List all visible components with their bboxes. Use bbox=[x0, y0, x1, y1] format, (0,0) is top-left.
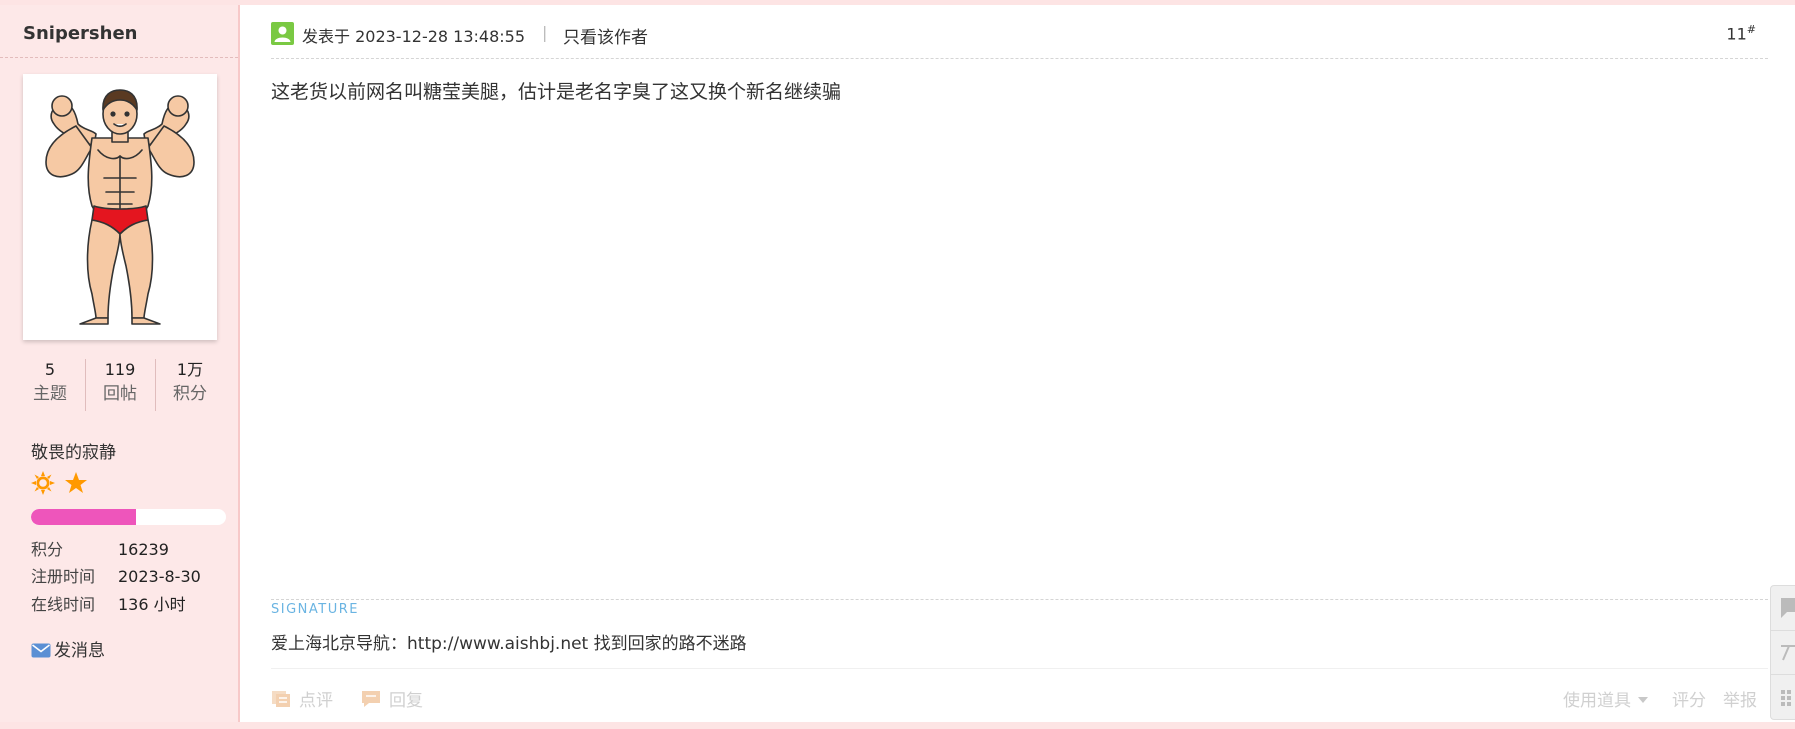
level-progress-bar bbox=[31, 509, 226, 525]
stat-threads[interactable]: 5 主题 bbox=[15, 355, 85, 411]
report-link[interactable]: 举报 bbox=[1723, 686, 1757, 711]
stat-threads-label: 主题 bbox=[33, 384, 67, 404]
sun-icon bbox=[31, 471, 55, 495]
sidebar-divider bbox=[0, 57, 238, 58]
bottom-border bbox=[0, 722, 1795, 729]
info-points-value: 16239 bbox=[118, 540, 169, 559]
rank-icons bbox=[31, 471, 88, 499]
floor-number[interactable]: 11# bbox=[1726, 23, 1756, 43]
online-user-icon bbox=[271, 22, 294, 45]
stat-points[interactable]: 1万 积分 bbox=[155, 355, 225, 411]
post-time: 发表于 2023-12-28 13:48:55 bbox=[302, 27, 526, 46]
star-icon bbox=[65, 472, 88, 493]
top-border bbox=[0, 0, 1795, 5]
grid-tool-button[interactable] bbox=[1771, 674, 1795, 718]
floor-number-value: 11 bbox=[1726, 24, 1747, 44]
send-message-label: 发消息 bbox=[54, 641, 105, 661]
comment-label: 点评 bbox=[299, 691, 333, 711]
footer-divider bbox=[271, 668, 1768, 669]
info-online-time-value: 136 小时 bbox=[118, 595, 186, 614]
envelope-icon bbox=[31, 643, 51, 658]
user-group[interactable]: 敬畏的寂静 bbox=[31, 438, 116, 463]
info-registered: 注册时间 2023-8-30 bbox=[31, 563, 201, 587]
level-progress-fill bbox=[31, 509, 137, 525]
stat-replies-label: 回帖 bbox=[103, 384, 137, 404]
caret-down-icon bbox=[1638, 697, 1649, 703]
use-tool-label: 使用道具 bbox=[1563, 691, 1631, 711]
post-content: 这老货以前网名叫糖莹美腿，估计是老名字臭了这又换个新名继续骗 bbox=[271, 81, 842, 103]
send-message-button[interactable]: 发消息 bbox=[31, 636, 105, 661]
avatar-image bbox=[45, 89, 195, 325]
signature-divider bbox=[271, 599, 1768, 600]
signature-label: SIGNATURE bbox=[271, 602, 359, 617]
info-points-key: 积分 bbox=[31, 540, 64, 559]
reply-button[interactable]: 回复 bbox=[361, 686, 423, 711]
info-online-time: 在线时间 136 小时 bbox=[31, 591, 186, 615]
comment-icon bbox=[272, 691, 290, 707]
stat-points-label: 积分 bbox=[173, 384, 207, 404]
font-tool-button[interactable] bbox=[1771, 630, 1795, 675]
stat-points-value: 1万 bbox=[176, 360, 204, 379]
reply-icon bbox=[362, 691, 380, 707]
only-view-author-link[interactable]: 只看该作者 bbox=[563, 23, 648, 48]
avatar[interactable] bbox=[23, 74, 217, 340]
grid-icon bbox=[1781, 690, 1791, 706]
flag-tool-button[interactable] bbox=[1771, 586, 1795, 631]
post-header: 发表于 2023-12-28 13:48:55 | 只看该作者 11# bbox=[271, 20, 1768, 59]
comment-button[interactable]: 点评 bbox=[271, 686, 333, 711]
info-online-time-key: 在线时间 bbox=[31, 595, 96, 614]
floor-number-suffix: # bbox=[1746, 23, 1756, 36]
author-stats: 5 主题 119 回帖 1万 积分 bbox=[15, 355, 225, 415]
info-registered-key: 注册时间 bbox=[31, 567, 96, 586]
author-username[interactable]: Snipershen bbox=[23, 23, 137, 44]
signature-text[interactable]: 爱上海北京导航：http://www.aishbj.net 找到回家的路不迷路 bbox=[271, 629, 747, 654]
stat-threads-value: 5 bbox=[44, 360, 56, 379]
info-points: 积分 16239 bbox=[31, 536, 169, 560]
info-registered-value: 2023-8-30 bbox=[118, 567, 201, 586]
floating-toolbar bbox=[1770, 585, 1795, 720]
stat-replies-value: 119 bbox=[104, 360, 136, 379]
author-sidebar: Snipershen 5 主题 119 回帖 1万 积分 敬畏的寂静 积分 16… bbox=[0, 5, 240, 722]
use-tool-menu[interactable]: 使用道具 bbox=[1563, 686, 1649, 711]
reply-label: 回复 bbox=[389, 691, 423, 711]
rate-link[interactable]: 评分 bbox=[1672, 686, 1706, 711]
header-separator: | bbox=[542, 23, 548, 42]
text-size-icon bbox=[1781, 645, 1795, 661]
flag-icon bbox=[1781, 598, 1795, 618]
stat-replies[interactable]: 119 回帖 bbox=[85, 355, 155, 411]
